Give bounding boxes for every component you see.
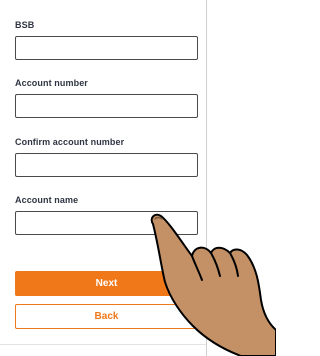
account-number-label: Account number <box>15 78 88 88</box>
confirm-account-number-input[interactable] <box>15 153 198 177</box>
bsb-label: BSB <box>15 20 35 30</box>
account-name-label: Account name <box>15 195 79 205</box>
confirm-account-number-label: Confirm account number <box>15 137 125 147</box>
account-number-input[interactable] <box>15 94 198 118</box>
pointing-hand-icon <box>150 213 276 356</box>
bsb-input[interactable] <box>15 36 198 60</box>
